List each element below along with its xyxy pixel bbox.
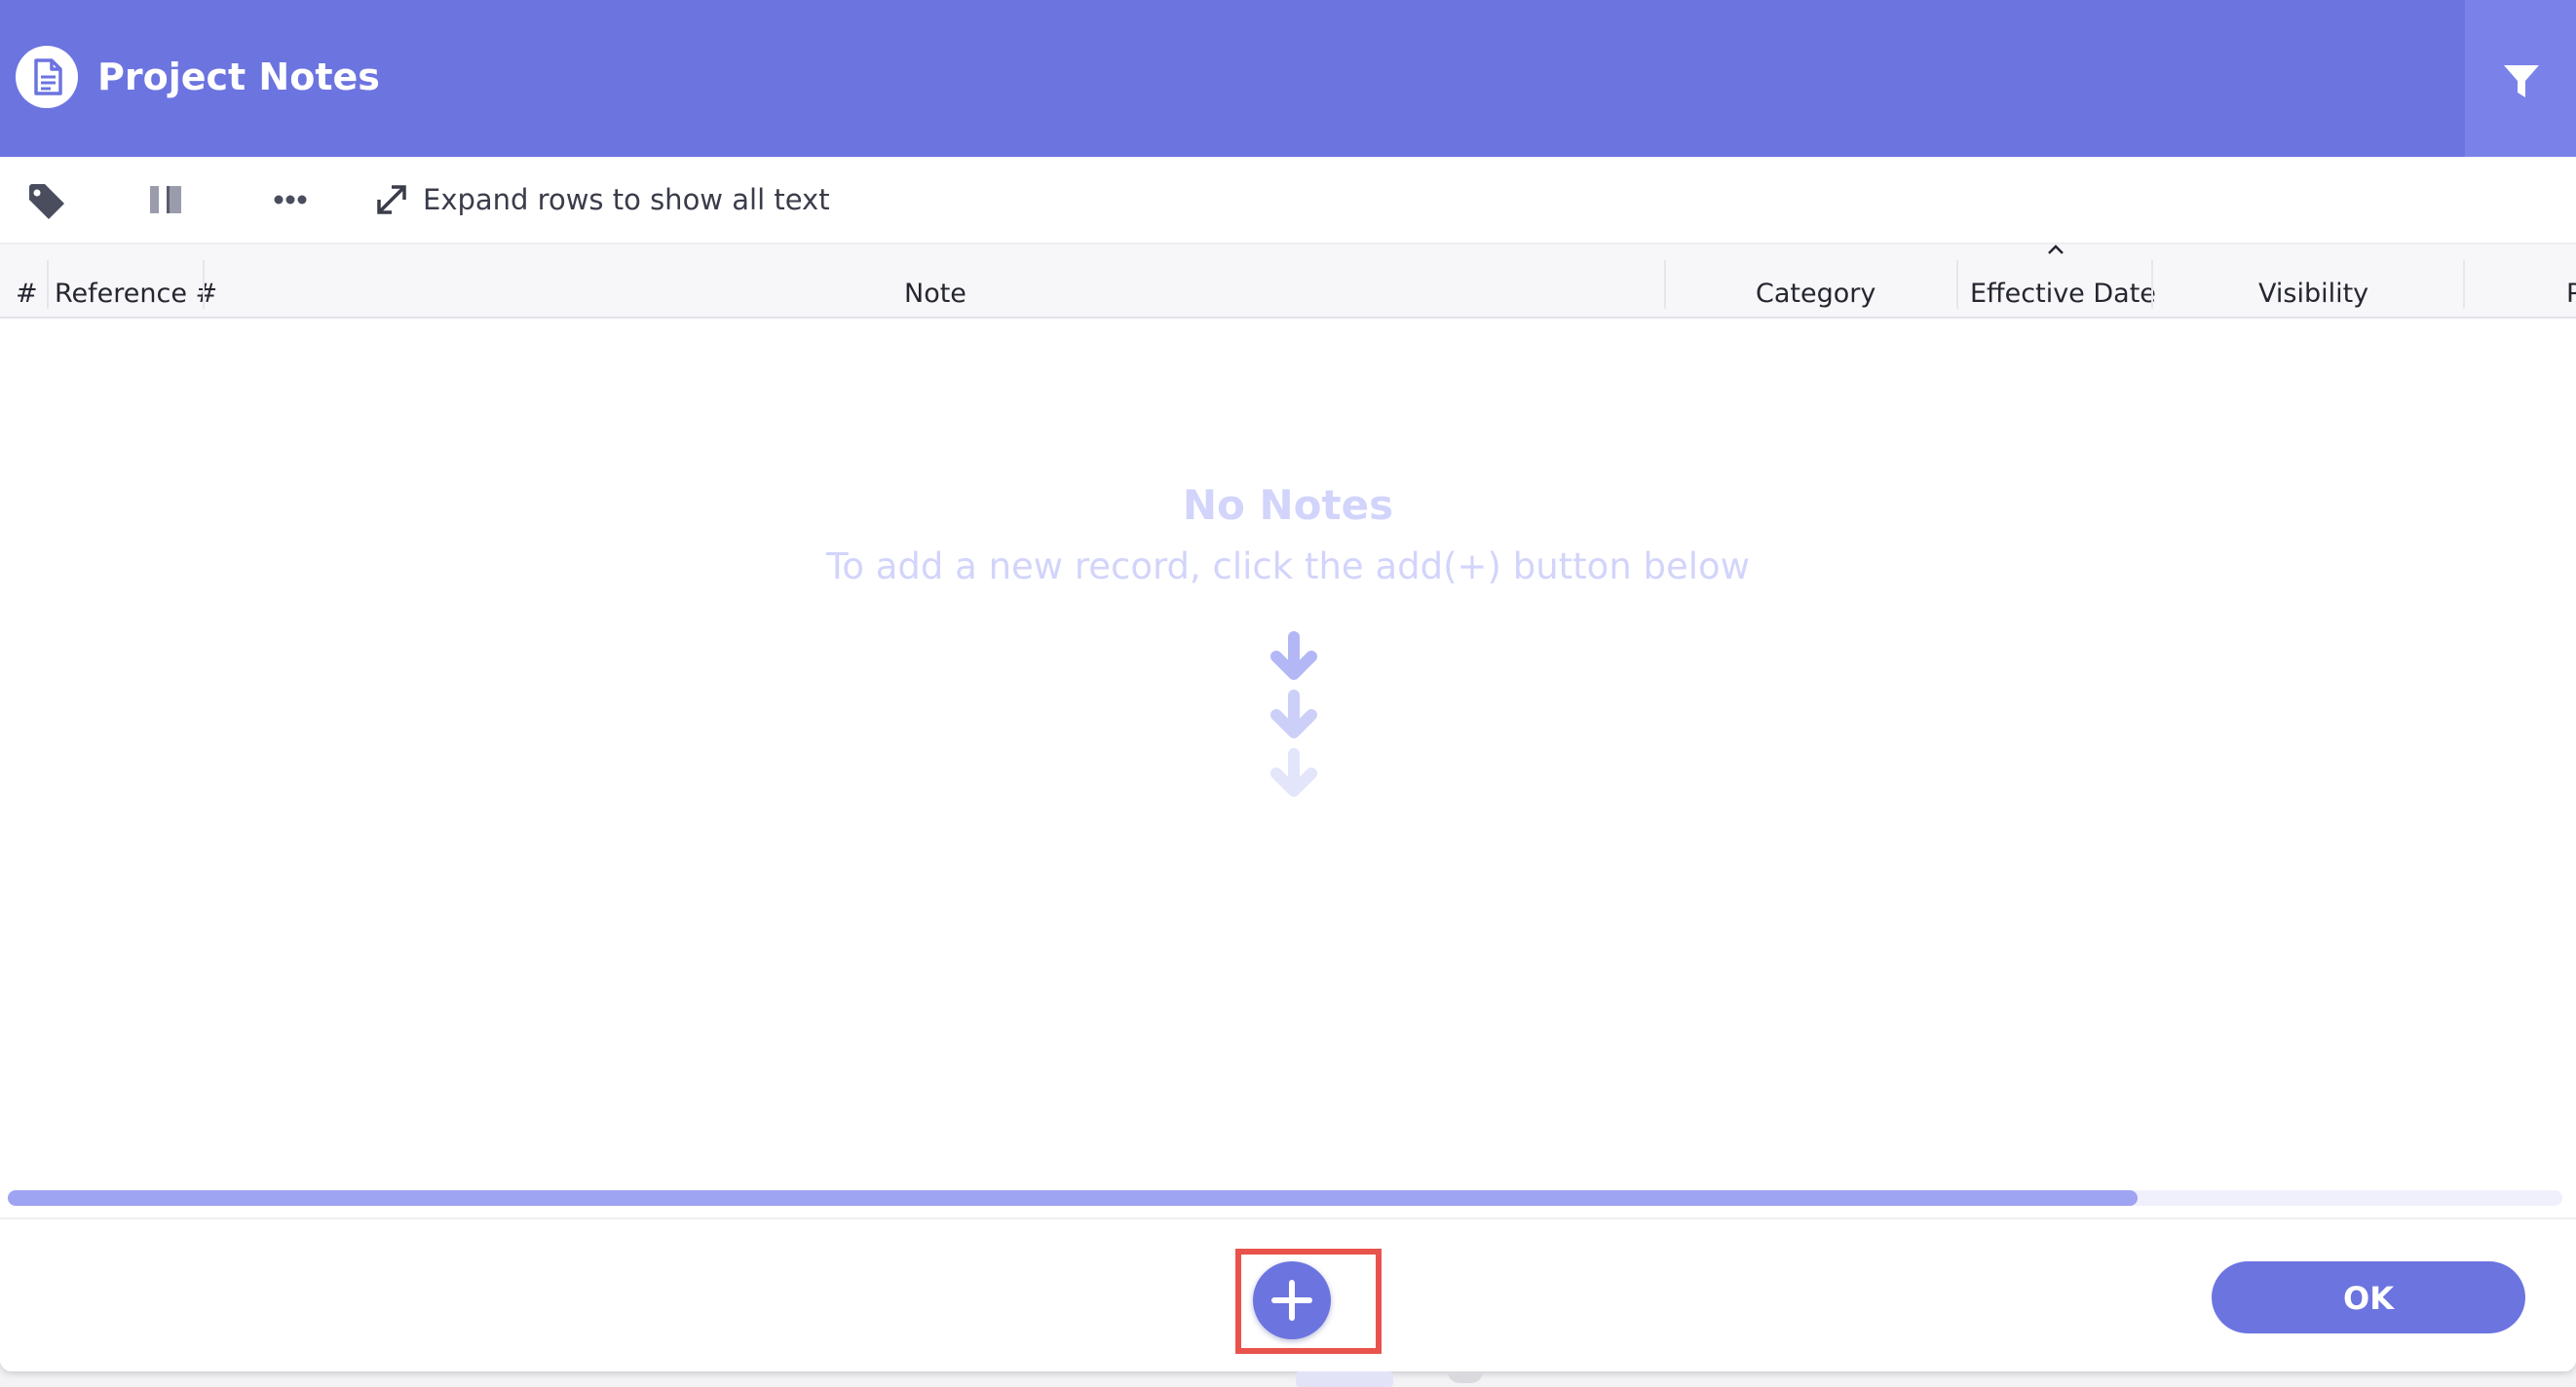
empty-state-title: No Notes [1182, 481, 1394, 529]
plus-icon [1271, 1280, 1312, 1321]
table-header: # Reference # Note Category Effective Da… [0, 243, 2576, 319]
tag-icon [29, 184, 64, 219]
column-header-index[interactable]: # [16, 279, 38, 309]
dialog-title: Project Notes [97, 56, 380, 98]
background-element [1448, 1371, 1483, 1383]
column-header-category[interactable]: Category [1756, 279, 1875, 309]
expand-arrows-icon [377, 185, 406, 214]
column-header-note[interactable]: Note [904, 279, 966, 309]
document-icon [16, 46, 78, 108]
toolbar: Expand rows to show all text [0, 157, 2576, 243]
column-header-truncated[interactable]: P [2566, 279, 2576, 309]
sort-ascending-icon [2048, 244, 2064, 254]
ok-button[interactable]: OK [2212, 1261, 2525, 1333]
filter-button[interactable] [2465, 0, 2576, 157]
more-options-button[interactable] [271, 174, 310, 225]
title-bar: Project Notes [0, 0, 2576, 157]
column-header-effective-date[interactable]: Effective Date [1970, 279, 2156, 309]
down-arrows-icon [1270, 631, 1317, 797]
expand-rows-button[interactable]: Expand rows to show all text [374, 174, 830, 225]
column-header-reference[interactable]: Reference # [55, 279, 217, 309]
columns-icon [150, 186, 181, 213]
add-record-button[interactable] [1253, 1261, 1331, 1339]
column-header-visibility[interactable]: Visibility [2258, 279, 2368, 309]
expand-rows-label: Expand rows to show all text [423, 183, 830, 216]
tag-button[interactable] [25, 174, 68, 225]
horizontal-scrollbar-thumb[interactable] [8, 1190, 2138, 1206]
background-element [1296, 1371, 1393, 1387]
filter-icon [2504, 65, 2539, 97]
more-dots-icon [274, 195, 307, 205]
empty-state-message: To add a new record, click the add(+) bu… [826, 545, 1750, 587]
project-notes-dialog: Project Notes Expand rows to show all te… [0, 0, 2576, 1371]
columns-button[interactable] [146, 174, 185, 225]
